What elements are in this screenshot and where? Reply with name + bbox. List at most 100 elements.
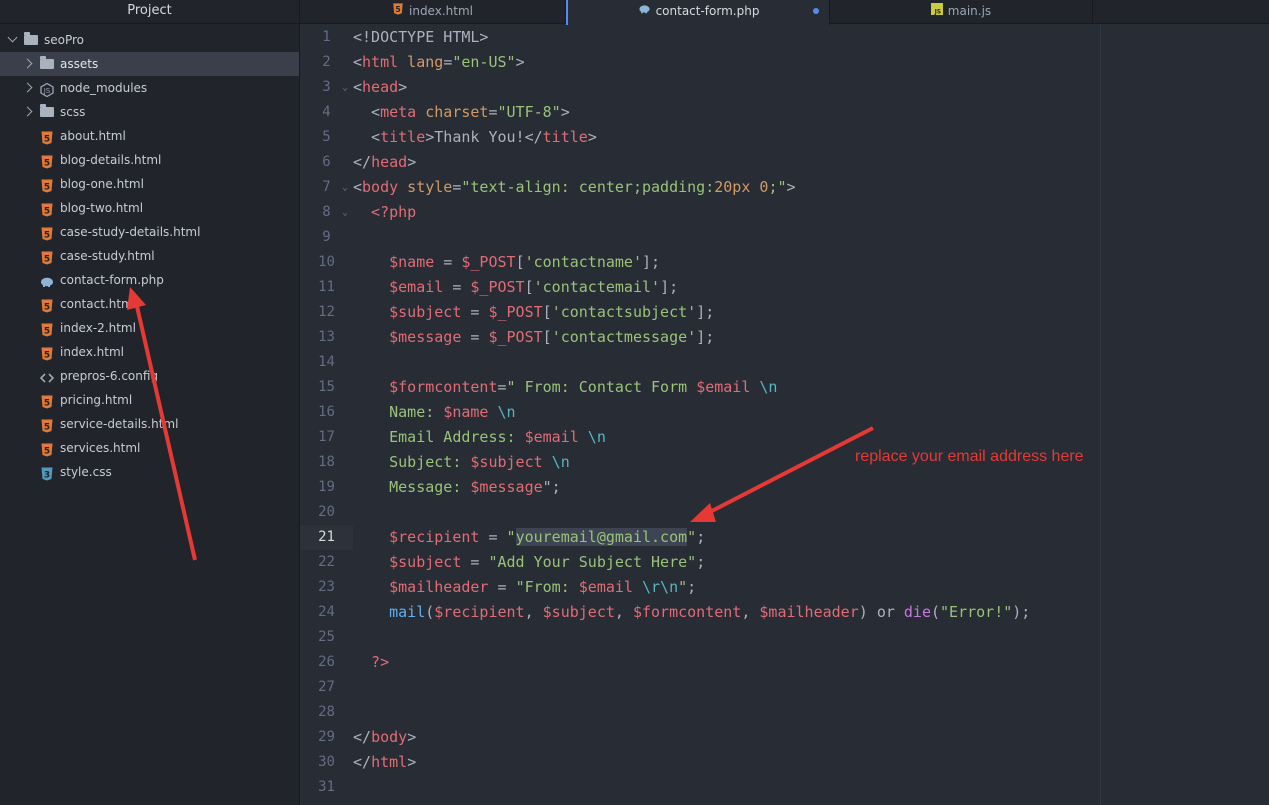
tree-item-case-study-details-html[interactable]: 5 case-study-details.html [0, 220, 299, 244]
tab-label: index.html [409, 4, 473, 18]
fold-toggle-icon[interactable]: ⌄ [342, 175, 348, 200]
tree-item-scss[interactable]: scss [0, 100, 299, 124]
tree-item-case-study-html[interactable]: 5 case-study.html [0, 244, 299, 268]
tab-index-html[interactable]: 5 index.html [300, 0, 566, 24]
code-text: $subject = $_POST['contactsubject']; [353, 300, 714, 325]
code-token: ( [931, 603, 941, 621]
folder-icon [24, 32, 38, 45]
code-token: , [614, 603, 633, 621]
tree-item-assets[interactable]: assets [0, 52, 299, 76]
code-text: </head> [353, 150, 416, 175]
html5-icon: 5 [40, 297, 54, 313]
tree-item-index-html[interactable]: 5 index.html [0, 340, 299, 364]
code-token: $_POST [488, 303, 543, 321]
code-token: " [678, 578, 688, 596]
tree-item-contact-form-php[interactable]: contact-form.php [0, 268, 299, 292]
code-token: 'contactname' [524, 253, 642, 271]
code-token: title [380, 128, 426, 146]
svg-text:5: 5 [44, 183, 50, 193]
code-text: $mailheader = "From: $email \r\n"; [353, 575, 696, 600]
line-number: 22 [318, 554, 335, 570]
html5-icon: 5 [40, 417, 54, 433]
tree-item-label: assets [60, 57, 99, 71]
line-number: 30 [318, 754, 335, 770]
file-tree: seoPro assets JS node_modules scss 5 about.ht… [0, 28, 299, 484]
tab-contact-form-php[interactable]: contact-form.php [566, 0, 830, 25]
tab-inner: JS main.js [930, 0, 991, 22]
html5-icon: 5 [40, 393, 54, 409]
tree-item-blog-details-html[interactable]: 5 blog-details.html [0, 148, 299, 172]
tree-item-contact-html[interactable]: 5 contact.html [0, 292, 299, 316]
code-token: html [362, 53, 399, 71]
code-token: $mailheader [353, 578, 489, 596]
line-number: 18 [318, 454, 335, 470]
code-token: style [398, 178, 453, 196]
wrap-guide [1100, 25, 1101, 805]
code-token: ) [858, 603, 877, 621]
code-text: <title>Thank You!</title> [353, 125, 597, 150]
code-token: > [587, 128, 597, 146]
fold-toggle-icon[interactable]: ⌄ [342, 75, 348, 100]
tree-item-blog-two-html[interactable]: 5 blog-two.html [0, 196, 299, 220]
line-number: 31 [318, 779, 335, 795]
code-text: Subject: $subject \n [353, 450, 570, 475]
tree-item-service-details-html[interactable]: 5 service-details.html [0, 412, 299, 436]
tree-root-folder[interactable]: seoPro [0, 28, 299, 52]
code-token: </ [353, 153, 372, 171]
code-token: $name [353, 253, 435, 271]
tree-item-prepros-6-config[interactable]: prepros-6.config [0, 364, 299, 388]
tree-item-pricing-html[interactable]: 5 pricing.html [0, 388, 299, 412]
tree-item-label: case-study.html [60, 249, 155, 263]
line-number: 26 [318, 654, 335, 670]
tree-item-node-modules[interactable]: JS node_modules [0, 76, 299, 100]
code-text: <body style="text-align: center;padding:… [353, 175, 796, 200]
code-text: </html> [353, 750, 416, 775]
tree-item-services-html[interactable]: 5 services.html [0, 436, 299, 460]
code-token: > [398, 78, 408, 96]
tree-item-blog-one-html[interactable]: 5 blog-one.html [0, 172, 299, 196]
tree-item-label: contact.html [60, 297, 137, 311]
code-text: <meta charset="UTF-8"> [353, 100, 570, 125]
html5-icon: 5 [40, 153, 54, 169]
code-token: > [407, 728, 417, 746]
svg-text:5: 5 [44, 303, 50, 313]
code-token: , [524, 603, 543, 621]
code-token: ( [425, 603, 435, 621]
code-token: " [687, 528, 697, 546]
html5-icon: 5 [40, 345, 54, 361]
line-number: 27 [318, 679, 335, 695]
code-token: Subject: [353, 453, 471, 471]
tab-main-js[interactable]: JS main.js [830, 0, 1093, 24]
code-token: > [407, 753, 417, 771]
code-token: ]; [642, 253, 661, 271]
fold-toggle-icon[interactable]: ⌄ [342, 200, 348, 225]
tree-item-label: index-2.html [60, 321, 136, 335]
tree-item-label: case-study-details.html [60, 225, 201, 239]
line-number: 6 [322, 154, 331, 170]
code-token: mail [353, 603, 426, 621]
code-token: [ [542, 328, 552, 346]
code-token: \n [542, 453, 570, 471]
code-token: die [903, 603, 931, 621]
code-editor[interactable]: 1 <!DOCTYPE HTML> 2 <html lang="en-US"> 3 ⌄ <h… [300, 25, 1269, 805]
code-token: < [353, 53, 363, 71]
line-number: 21 [300, 525, 353, 550]
line-number: 28 [318, 704, 335, 720]
svg-text:5: 5 [44, 159, 50, 169]
code-token: "; [542, 478, 561, 496]
code-text: Message: $message"; [353, 475, 561, 500]
html5-icon: 5 [40, 249, 54, 265]
html5-icon: 5 [40, 129, 54, 145]
line-number: 29 [318, 729, 335, 745]
html5-icon: 5 [40, 201, 54, 217]
tree-item-label: index.html [60, 345, 124, 359]
tree-item-index-2-html[interactable]: 5 index-2.html [0, 316, 299, 340]
line-number: 15 [318, 379, 335, 395]
code-token: 20px 0 [714, 178, 769, 196]
tree-root-label: seoPro [44, 33, 85, 47]
tree-item-style-css[interactable]: 3 style.css [0, 460, 299, 484]
tab-inner: contact-form.php [638, 0, 759, 22]
tree-item-about-html[interactable]: 5 about.html [0, 124, 299, 148]
code-token: = [461, 328, 489, 346]
